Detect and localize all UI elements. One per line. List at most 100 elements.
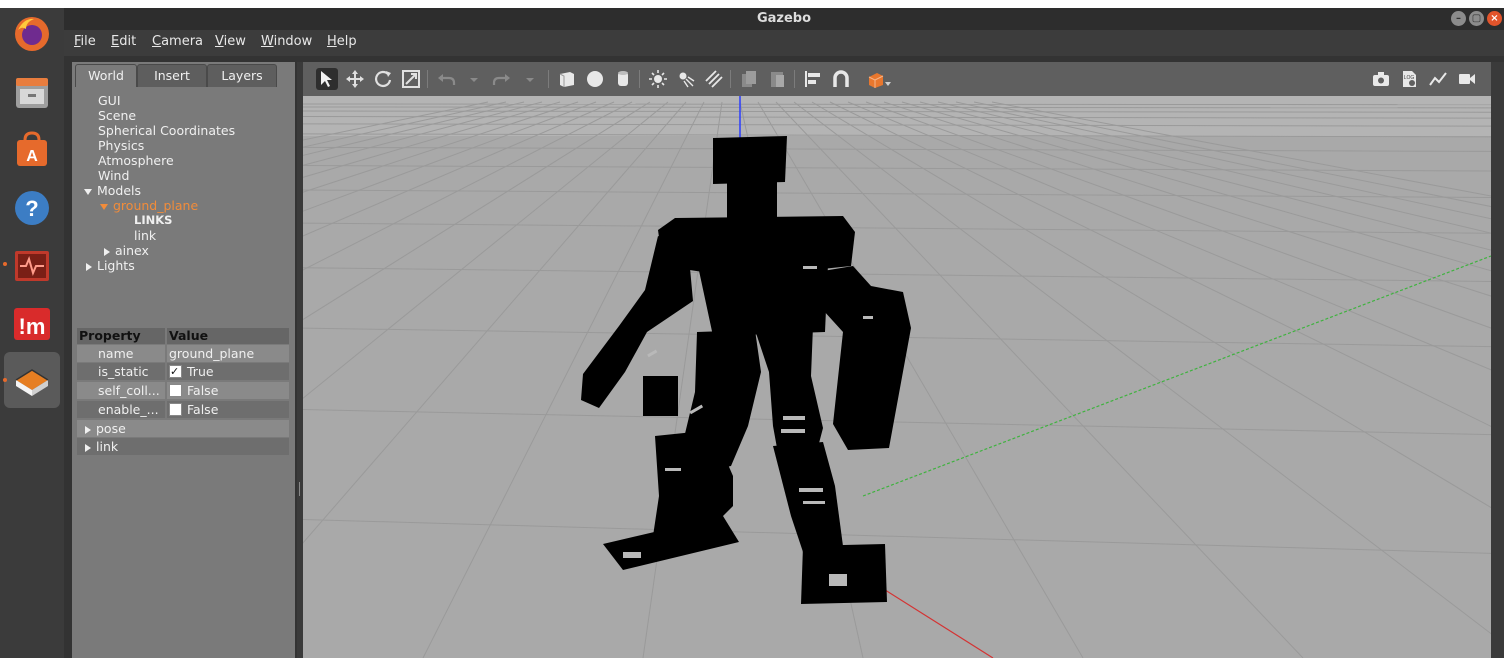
tree-item-ground-plane[interactable]: ground_plane [100,198,198,213]
undo-history-icon[interactable] [463,68,485,90]
property-row-enable-wind: enable_... False [77,401,289,418]
directional-light-icon[interactable] [703,68,725,90]
menu-camera[interactable]: Camera [152,34,203,49]
property-group-pose[interactable]: pose [77,420,289,437]
align-icon[interactable] [802,68,824,90]
property-name: name [77,345,165,362]
tree-item-atmosphere[interactable]: Atmosphere [98,153,174,168]
plot-icon[interactable] [1427,68,1449,90]
select-mode-icon[interactable] [316,68,338,90]
rotate-icon[interactable] [372,68,394,90]
enable-wind-checkbox[interactable] [169,403,182,416]
snap-icon[interactable] [830,68,852,90]
menu-edit[interactable]: Edit [111,34,136,49]
grid-line [303,103,1491,106]
svg-text:?: ? [25,196,38,221]
log-icon[interactable]: LOG [1398,68,1420,90]
tree-item-models[interactable]: Models [84,183,141,198]
tree-item-physics[interactable]: Physics [98,138,144,153]
scale-icon[interactable] [400,68,422,90]
menu-window[interactable]: Window [261,34,312,49]
tree-item-ainex[interactable]: ainex [104,243,149,258]
collapsed-arrow-icon[interactable] [104,247,110,256]
record-video-icon[interactable] [1456,68,1478,90]
tree-item-gui[interactable]: GUI [98,93,121,108]
launcher-dock: A ? !m [0,8,64,658]
tree-item-spherical-coordinates[interactable]: Spherical Coordinates [98,123,235,138]
property-name: enable_... [77,401,165,418]
system-monitor-icon [15,251,49,281]
tree-label: Lights [97,258,135,273]
undo-icon[interactable] [435,68,457,90]
property-value: False [167,382,289,399]
gazebo-icon [15,369,49,396]
gazebo-launcher[interactable] [12,360,52,400]
checkbox-label: False [187,383,219,398]
tab-world[interactable]: World [75,64,137,87]
expanded-arrow-icon[interactable] [100,203,108,210]
software-launcher[interactable]: A [12,130,52,170]
menu-help[interactable]: Help [327,34,357,49]
running-indicator [3,378,7,382]
monitor-launcher[interactable] [12,246,52,286]
maximize-button[interactable]: ▢ [1469,11,1484,26]
tree-label: Models [97,183,142,198]
tree-item-link[interactable]: link [134,228,156,243]
collapsed-arrow-icon[interactable] [86,262,92,271]
collapsed-arrow-icon[interactable] [85,425,91,434]
checkbox-label: False [187,402,219,417]
svg-text:A: A [26,148,38,165]
tree-item-lights[interactable]: Lights [86,258,135,273]
firefox-icon [15,17,49,51]
view-angle-icon[interactable] [864,68,894,90]
close-button[interactable]: × [1487,11,1502,26]
property-value: True [167,363,289,380]
box-icon[interactable] [556,68,578,90]
app-m-icon: !m [14,308,50,340]
property-name: is_static [77,363,165,380]
property-row-self-collide: self_coll... False [77,382,289,399]
tab-insert[interactable]: Insert [137,64,207,87]
menu-file[interactable]: File [74,34,96,49]
self-collide-checkbox[interactable] [169,384,182,397]
property-value[interactable]: ground_plane [167,345,289,362]
horizon-fog [303,96,1491,136]
svg-text:!m: !m [19,314,46,339]
copy-icon[interactable] [738,68,760,90]
redo-history-icon[interactable] [519,68,541,90]
tree-item-wind[interactable]: Wind [98,168,129,183]
collapsed-arrow-icon[interactable] [85,443,91,452]
property-column-header: Property [77,328,165,344]
cylinder-icon[interactable] [612,68,634,90]
is-static-checkbox[interactable] [169,363,182,380]
scene-render [303,96,1491,658]
right-panel-handle[interactable] [1491,62,1504,658]
world-tree: GUI Scene Spherical Coordinates Physics … [72,88,295,318]
screenshot-icon[interactable] [1370,68,1392,90]
firefox-launcher[interactable] [12,14,52,54]
property-value: False [167,401,289,418]
paste-icon[interactable] [766,68,788,90]
menu-view[interactable]: View [215,34,246,49]
expanded-arrow-icon[interactable] [84,188,92,195]
file-cabinet-icon [16,78,48,108]
sphere-icon[interactable] [584,68,606,90]
tree-label: ainex [115,243,149,258]
3d-viewport[interactable] [303,96,1491,658]
files-launcher[interactable] [12,72,52,112]
tab-layers[interactable]: Layers [207,64,277,87]
point-light-icon[interactable] [647,68,669,90]
redo-icon[interactable] [491,68,513,90]
value-column-header: Value [167,328,289,344]
help-launcher[interactable]: ? [12,188,52,228]
tree-item-scene[interactable]: Scene [98,108,136,123]
spot-light-icon[interactable] [675,68,697,90]
tree-header-links: LINKS [134,213,173,227]
property-group-link[interactable]: link [77,438,289,455]
group-label: pose [96,421,126,436]
property-row-name: name ground_plane [77,345,289,362]
mailspring-launcher[interactable]: !m [12,304,52,344]
minimize-button[interactable]: – [1451,11,1466,26]
translate-icon[interactable] [344,68,366,90]
menu-bar: File Edit Camera View Window Help [64,30,1504,56]
